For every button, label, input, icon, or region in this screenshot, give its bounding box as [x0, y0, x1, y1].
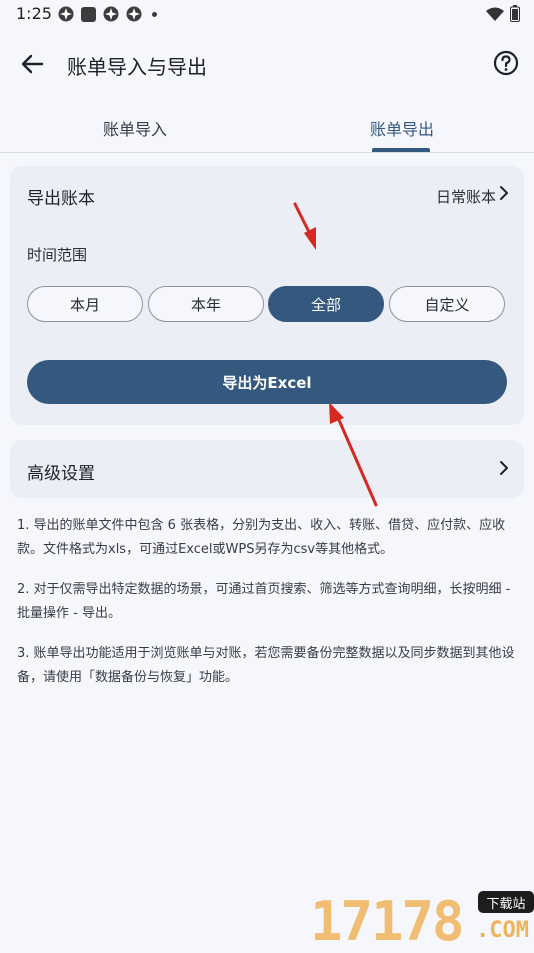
watermark-domain: .COM: [476, 918, 529, 943]
advanced-settings-row[interactable]: 高级设置: [10, 440, 524, 498]
app-notification-icon: [126, 6, 142, 22]
time-range-label: 时间范围: [27, 246, 88, 264]
note-item: 1. 导出的账单文件中包含 6 张表格，分别为支出、收入、转账、借贷、应付款、应…: [17, 518, 506, 557]
account-book-value: 日常账本: [435, 188, 496, 206]
wifi-icon: [486, 7, 504, 21]
account-book-row[interactable]: 导出账本 日常账本: [10, 166, 524, 222]
chevron-right-icon: [500, 186, 508, 200]
time-range-selector: 本月 本年 全部 自定义: [27, 286, 509, 324]
site-watermark: 17178 下载站 .COM: [310, 888, 534, 953]
battery-icon: [510, 5, 520, 22]
range-this-month-button[interactable]: 本月: [27, 286, 143, 322]
export-notes: 1. 导出的账单文件中包含 6 张表格，分别为支出、收入、转账、借贷、应付款、应…: [17, 514, 519, 706]
watermark-digits: 17178: [310, 890, 465, 953]
note-item: 3. 账单导出功能适用于浏览账单与对账，若您需要备份完整数据以及同步数据到其他设…: [17, 646, 515, 685]
status-time: 1:25: [16, 4, 52, 23]
advanced-settings-label: 高级设置: [27, 464, 95, 484]
more-notifications-icon: [152, 11, 157, 17]
app-bar: 账单导入与导出: [0, 38, 534, 88]
range-custom-button[interactable]: 自定义: [389, 286, 505, 322]
watermark-badge: 下载站: [478, 891, 534, 913]
notification-icons: [58, 6, 157, 22]
range-all-button[interactable]: 全部: [268, 286, 384, 322]
export-card: 导出账本 日常账本 时间范围 本月 本年 全部 自定义 导出为Excel: [10, 166, 524, 425]
status-right: [486, 5, 520, 22]
help-icon[interactable]: [492, 49, 520, 77]
tab-import[interactable]: 账单导入: [103, 116, 167, 140]
app-notification-icon: [103, 6, 119, 22]
tab-bar: 账单导入 账单导出: [0, 106, 534, 153]
back-arrow-icon[interactable]: [18, 50, 46, 78]
status-bar: 1:25: [0, 0, 534, 30]
app-notification-icon: [81, 6, 96, 22]
chevron-right-icon: [500, 461, 508, 475]
export-excel-button[interactable]: 导出为Excel: [27, 360, 507, 404]
account-book-label: 导出账本: [27, 189, 95, 209]
note-item: 2. 对于仅需导出特定数据的场景，可通过首页搜索、筛选等方式查询明细，长按明细 …: [17, 582, 511, 621]
page-title: 账单导入与导出: [67, 55, 207, 79]
range-this-year-button[interactable]: 本年: [148, 286, 264, 322]
app-notification-icon: [58, 6, 74, 22]
tab-indicator: [372, 148, 430, 152]
tab-export[interactable]: 账单导出: [370, 116, 434, 140]
